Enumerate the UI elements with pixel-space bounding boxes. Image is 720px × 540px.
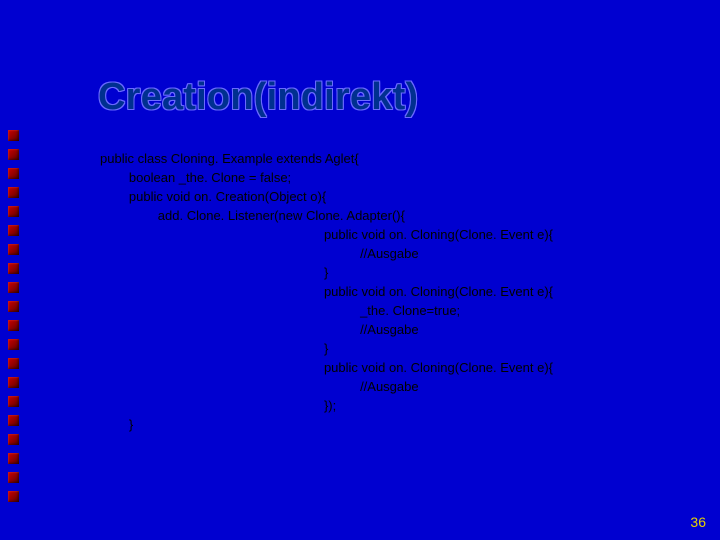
code-line: }); xyxy=(100,398,336,413)
bullet-icon xyxy=(8,225,19,236)
bullet-icon xyxy=(8,149,19,160)
code-line: public void on. Cloning(Clone. Event e){ xyxy=(100,227,553,242)
bullet-icon xyxy=(8,320,19,331)
code-line: } xyxy=(100,265,328,280)
bullet-icon xyxy=(8,187,19,198)
page-number: 36 xyxy=(690,514,706,530)
bullet-icon xyxy=(8,415,19,426)
code-line: //Ausgabe xyxy=(100,322,419,337)
bullet-icon xyxy=(8,434,19,445)
bullet-icon xyxy=(8,491,19,502)
code-line: boolean _the. Clone = false; xyxy=(100,170,291,185)
bullet-icon xyxy=(8,453,19,464)
bullet-icon xyxy=(8,206,19,217)
bullet-icon xyxy=(8,358,19,369)
code-line: public void on. Cloning(Clone. Event e){ xyxy=(100,360,553,375)
code-line: //Ausgabe xyxy=(100,246,419,261)
bullet-icon xyxy=(8,263,19,274)
bullet-icon xyxy=(8,244,19,255)
code-line: //Ausgabe xyxy=(100,379,419,394)
bullet-icon xyxy=(8,282,19,293)
bullet-strip xyxy=(8,130,22,510)
code-line: public void on. Creation(Object o){ xyxy=(100,189,326,204)
bullet-icon xyxy=(8,396,19,407)
code-block: public class Cloning. Example extends Ag… xyxy=(100,130,553,434)
bullet-icon xyxy=(8,301,19,312)
bullet-icon xyxy=(8,168,19,179)
code-line: } xyxy=(100,341,328,356)
bullet-icon xyxy=(8,472,19,483)
bullet-icon xyxy=(8,130,19,141)
slide-title: Creation(indirekt) xyxy=(98,76,418,119)
code-line: public void on. Cloning(Clone. Event e){ xyxy=(100,284,553,299)
code-line: add. Clone. Listener(new Clone. Adapter(… xyxy=(100,208,405,223)
code-line: public class Cloning. Example extends Ag… xyxy=(100,151,359,166)
code-line: } xyxy=(100,417,133,432)
bullet-icon xyxy=(8,339,19,350)
code-line: _the. Clone=true; xyxy=(100,303,460,318)
bullet-icon xyxy=(8,377,19,388)
